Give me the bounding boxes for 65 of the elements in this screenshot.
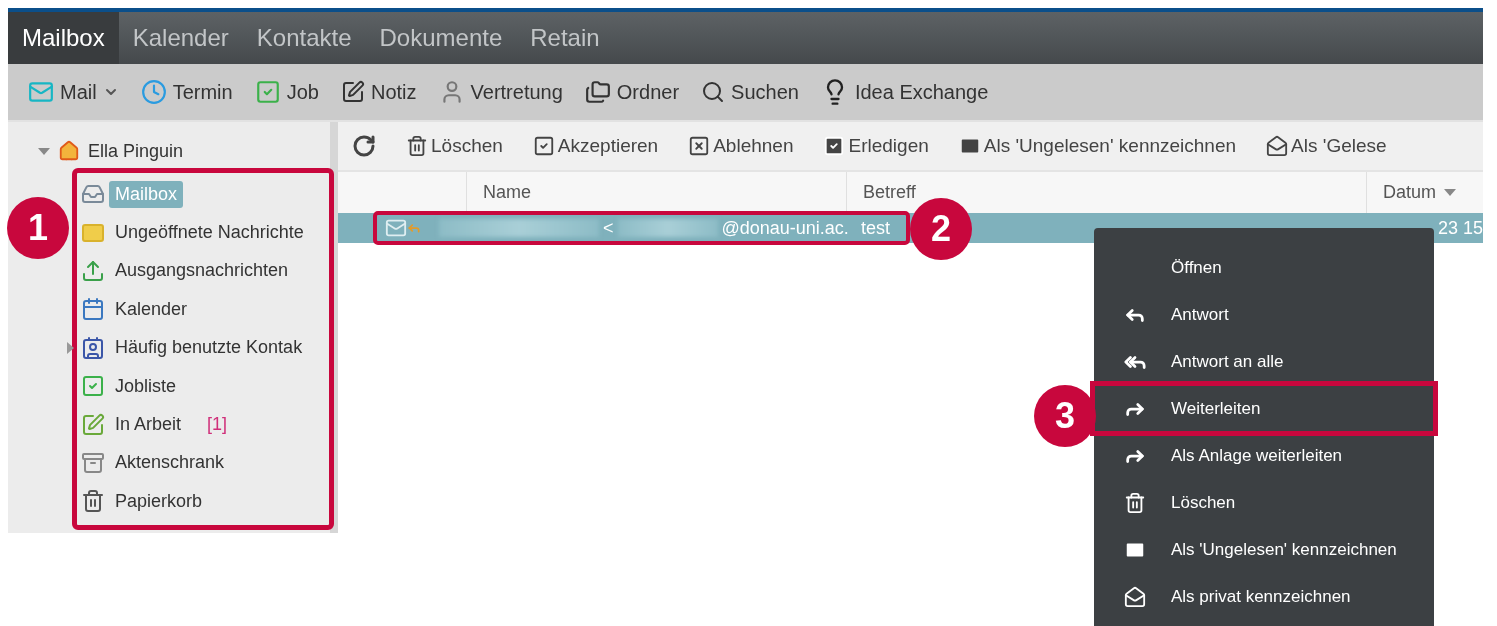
checklist-icon — [81, 374, 105, 399]
toolbar-button[interactable]: Ordner — [584, 79, 680, 105]
toolbar-button[interactable]: Termin — [140, 79, 233, 105]
folder-item[interactable]: Ausgangsnachrichten — [81, 251, 329, 291]
action-button[interactable]: Ablehnen — [688, 135, 794, 157]
checkbox-icon — [823, 135, 846, 157]
message-subject: test — [860, 217, 890, 239]
nav-tab[interactable]: Kalender — [118, 12, 243, 64]
menu-item[interactable]: Löschen — [1094, 479, 1434, 526]
clock-icon — [140, 79, 167, 105]
folders-icon — [584, 79, 611, 105]
expand-caret-icon[interactable] — [38, 147, 50, 155]
toolbar-button[interactable]: Vertretung — [438, 79, 563, 105]
pen-icon — [340, 80, 365, 104]
folder-item[interactable]: Papierkorb — [81, 482, 329, 521]
menu-item[interactable]: Als privat kennzeichnen — [1094, 573, 1434, 620]
house-icon — [58, 140, 80, 162]
checkbox-icon — [254, 79, 281, 105]
nav-tab[interactable]: Retain — [516, 12, 614, 64]
open-envelope-icon — [1266, 135, 1289, 157]
tree-root[interactable]: Ella Pinguin — [8, 136, 330, 166]
sender-name: < — [603, 217, 614, 239]
contact-card-icon — [81, 335, 105, 360]
menu-item[interactable]: Antwort an alle — [1094, 338, 1434, 385]
message-date: 23 15 — [1437, 217, 1483, 239]
sender-email: @donau-uni.ac. — [721, 217, 849, 239]
cross-box-icon — [688, 135, 711, 157]
checkbox-icon — [532, 135, 555, 157]
folder-item[interactable]: Kalender — [81, 290, 329, 329]
menu-item[interactable]: Weiterleiten — [1094, 385, 1434, 432]
toolbar-button[interactable]: Mail — [28, 79, 119, 105]
action-button[interactable]: Erledigen — [823, 135, 929, 157]
toolbar-button[interactable]: Suchen — [701, 80, 799, 104]
open-envelope-icon — [1124, 585, 1146, 608]
nav-tab[interactable]: Mailbox — [8, 12, 119, 64]
menu-item[interactable]: Als 'Ungelesen' kennzeichnen — [1094, 526, 1434, 573]
action-button[interactable]: Löschen — [406, 135, 503, 157]
folder-item[interactable]: Aktenschrank — [81, 443, 329, 483]
trash-icon — [406, 135, 428, 157]
outbox-icon — [81, 258, 105, 283]
menu-item[interactable]: Öffnen — [1094, 244, 1434, 291]
menu-item[interactable]: Als Anlage weiterleiten — [1094, 432, 1434, 479]
refresh-icon[interactable] — [352, 134, 376, 158]
folder-item[interactable]: Ungeöffnete Nachrichte — [81, 213, 329, 252]
action-button[interactable]: Akzeptieren — [532, 135, 659, 157]
search-icon — [701, 80, 726, 104]
toolbar-button[interactable]: Idea Exchange — [820, 78, 989, 106]
cabinet-icon — [81, 450, 105, 475]
toolbar-button[interactable]: Job — [254, 79, 319, 105]
toolbar-button[interactable]: Notiz — [340, 80, 417, 104]
menu-item[interactable]: Antwort — [1094, 291, 1434, 338]
folder-item[interactable]: Jobliste — [81, 366, 329, 406]
folder-item[interactable]: Häufig benutzte Kontak — [81, 328, 329, 367]
count-label: [1] — [207, 414, 228, 436]
collapsed-caret-icon[interactable] — [67, 341, 74, 354]
folder-item[interactable]: In Arbeit [1] — [81, 405, 329, 444]
pencil-note-icon — [81, 412, 105, 437]
nav-tab[interactable]: Dokumente — [365, 12, 517, 64]
nav-tab[interactable]: Kontakte — [242, 12, 366, 64]
action-button[interactable]: Als 'Gelese — [1266, 135, 1387, 157]
trash-icon — [1124, 491, 1146, 514]
column-header[interactable]: Name — [466, 172, 846, 213]
calendar-icon — [81, 297, 105, 322]
action-button[interactable]: Als 'Ungelesen' kennzeichnen — [958, 135, 1237, 157]
trash-icon — [81, 489, 105, 514]
